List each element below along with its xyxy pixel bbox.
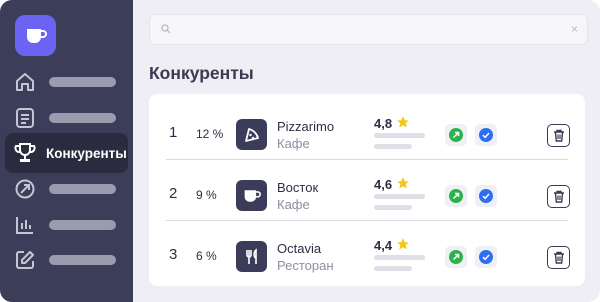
competitor-row: 3 6 % Octavia Ресторан 4,4 <box>149 220 585 282</box>
clear-icon[interactable]: × <box>571 22 578 36</box>
trending-up-icon <box>449 250 463 264</box>
competitor-rank: 1 <box>169 124 178 141</box>
rating-value: 4,8 <box>374 116 393 131</box>
sidebar-item-placeholder <box>49 113 116 123</box>
trend-button[interactable] <box>445 185 467 207</box>
rating-bar <box>374 133 425 138</box>
sidebar-item-growth[interactable] <box>5 169 128 209</box>
search-input[interactable]: × <box>149 14 588 45</box>
star-icon <box>397 177 409 189</box>
star-icon <box>397 238 409 250</box>
verified-button[interactable] <box>475 185 497 207</box>
venue-type: Ресторан <box>277 258 334 273</box>
coffee-cup-icon <box>244 189 261 202</box>
sidebar: Конкуренты <box>0 0 133 302</box>
competitor-share: 6 % <box>196 249 217 263</box>
delete-button[interactable] <box>547 246 570 269</box>
rating-value: 4,4 <box>374 238 393 253</box>
sidebar-item-placeholder <box>49 184 116 194</box>
sidebar-item-placeholder <box>49 77 116 87</box>
venue-type: Кафе <box>277 197 310 212</box>
delete-button[interactable] <box>547 124 570 147</box>
home-icon <box>16 73 34 91</box>
fork-knife-icon <box>245 247 257 264</box>
sidebar-item-label: Конкуренты <box>46 145 127 161</box>
bar-chart-icon <box>16 217 33 234</box>
sidebar-item-edit[interactable] <box>5 240 128 280</box>
venue-name: Octavia <box>277 241 322 256</box>
trophy-icon <box>14 143 36 162</box>
star-icon <box>397 116 409 128</box>
trash-icon <box>553 190 564 203</box>
competitor-rank: 3 <box>169 246 178 263</box>
app-logo[interactable] <box>15 15 56 56</box>
verified-icon <box>479 189 493 203</box>
verified-button[interactable] <box>475 246 497 268</box>
venue-type: Кафе <box>277 136 310 151</box>
venue-avatar <box>236 119 267 150</box>
trash-icon <box>553 251 564 264</box>
trash-icon <box>553 129 564 142</box>
search-icon <box>161 24 171 34</box>
page-title: Конкуренты <box>149 63 254 83</box>
document-icon <box>16 108 34 128</box>
sidebar-item-home[interactable] <box>5 62 128 102</box>
sidebar-item-placeholder <box>49 220 116 230</box>
trending-up-icon <box>449 189 463 203</box>
verified-icon <box>479 250 493 264</box>
pizza-icon <box>244 127 259 142</box>
delete-button[interactable] <box>547 185 570 208</box>
trend-button[interactable] <box>445 124 467 146</box>
edit-icon <box>16 251 34 269</box>
trend-button[interactable] <box>445 246 467 268</box>
competitor-rank: 2 <box>169 185 178 202</box>
venue-avatar <box>236 180 267 211</box>
rating-bar <box>374 144 412 149</box>
rating-value: 4,6 <box>374 177 393 192</box>
venue-name: Восток <box>277 180 319 195</box>
venue-avatar <box>236 241 267 272</box>
verified-button[interactable] <box>475 124 497 146</box>
rating-bar <box>374 255 425 260</box>
rating-bar <box>374 194 425 199</box>
growth-icon <box>15 179 35 199</box>
verified-icon <box>479 128 493 142</box>
rating-bar <box>374 266 412 271</box>
trending-up-icon <box>449 128 463 142</box>
sidebar-item-documents[interactable] <box>5 98 128 138</box>
rating-bar <box>374 205 412 210</box>
coffee-cup-icon <box>26 28 47 43</box>
main-content: × Конкуренты 1 12 % Pizzarimo Кафе 4,8 2… <box>133 0 600 302</box>
competitor-share: 12 % <box>196 127 224 141</box>
venue-name: Pizzarimo <box>277 119 335 134</box>
competitor-row: 2 9 % Восток Кафе 4,6 <box>149 159 585 221</box>
competitor-row: 1 12 % Pizzarimo Кафе 4,8 <box>149 98 585 160</box>
app-frame: Конкуренты × Конкуренты 1 12 % Pizzarimo… <box>0 0 600 302</box>
sidebar-item-competitors[interactable]: Конкуренты <box>5 133 128 173</box>
competitor-share: 9 % <box>196 188 217 202</box>
sidebar-item-statistics[interactable] <box>5 205 128 245</box>
competitors-list: 1 12 % Pizzarimo Кафе 4,8 2 9 % Восток К… <box>149 94 585 286</box>
sidebar-item-placeholder <box>49 255 116 265</box>
